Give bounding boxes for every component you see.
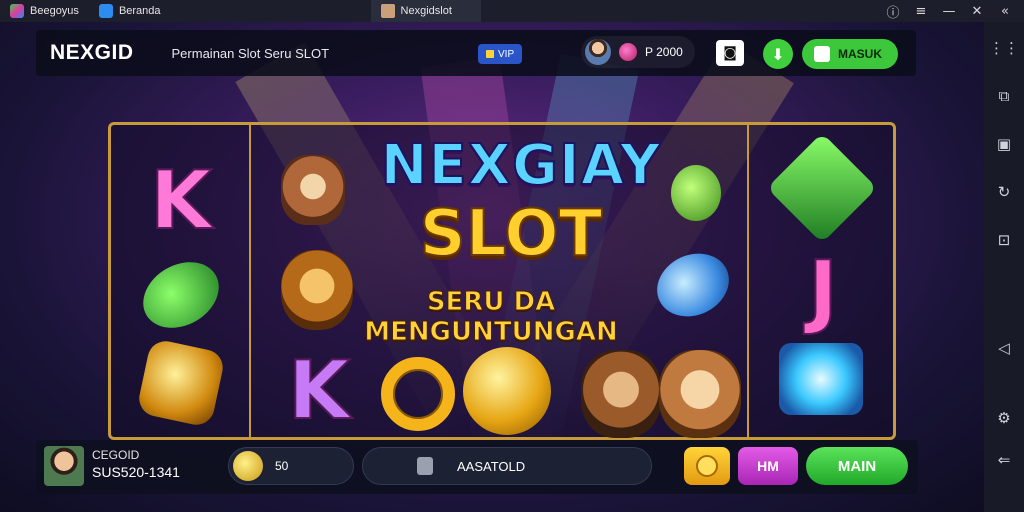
hm-button[interactable]: HM <box>738 447 798 485</box>
home-icon <box>98 4 113 18</box>
brand-logo[interactable]: NEXGID <box>50 41 134 65</box>
collapse-icon[interactable]: « <box>994 1 1016 21</box>
player-avatar[interactable] <box>44 446 84 486</box>
rotate-icon[interactable]: ↻ <box>990 178 1018 206</box>
coin-button[interactable] <box>684 447 730 485</box>
player-name: CEGOID <box>92 448 140 462</box>
login-button[interactable]: MASUK <box>802 39 898 69</box>
balance-chip[interactable]: P 2000 <box>581 36 695 68</box>
slot-reels: K K J NEXGIAY SLOT SERU DA MENGUNTUNGAN <box>108 122 896 440</box>
close-icon[interactable]: ✕ <box>966 1 988 21</box>
settings-icon[interactable]: ⚙ <box>990 404 1018 432</box>
game-header: NEXGID Permainan Slot Seru SLOT VIP P 20… <box>36 30 916 76</box>
player-id: SUS520-1341 <box>92 464 180 480</box>
reel-symbol-k: K <box>287 343 351 438</box>
gem-icon <box>619 43 637 61</box>
login-icon <box>814 46 830 62</box>
return-icon[interactable]: ⇐ <box>990 446 1018 474</box>
import-icon[interactable]: ⊡ <box>990 226 1018 254</box>
header-subtitle: Permainan Slot Seru SLOT <box>171 45 330 61</box>
banner-title: NEXGIAY <box>380 132 662 199</box>
coin-icon <box>696 455 718 477</box>
download-button[interactable]: ⬇ <box>763 39 793 69</box>
screenshot-button[interactable]: ◙ <box>716 40 744 66</box>
auto-label: AASATOLD <box>457 458 526 474</box>
emulator-sidebar: ⋮⋮ ⧉ ▣ ↻ ⊡ ◁ ⚙ ⇐ <box>984 22 1024 512</box>
back-arrow-icon[interactable]: ◁ <box>990 334 1018 362</box>
bet-selector[interactable]: 50 <box>228 447 354 485</box>
banner-tagline: SERU DA MENGUNTUNGAN <box>364 287 618 348</box>
coin-icon <box>233 451 263 481</box>
tab-app[interactable]: Beegoyus <box>0 0 89 22</box>
gold-coin-symbol <box>463 347 551 435</box>
grid-icon[interactable]: ⋮⋮ <box>989 34 1019 62</box>
vip-badge-label: VIP <box>498 48 515 60</box>
camera-icon[interactable]: ▣ <box>990 130 1018 158</box>
gold-ring-symbol <box>381 357 455 431</box>
info-icon[interactable]: ⓘ <box>882 1 904 21</box>
banner-slot: SLOT <box>419 196 604 272</box>
tab-game-label: Nexgidslot <box>400 5 452 17</box>
bet-value: 50 <box>275 459 289 473</box>
reel-left: K <box>111 125 251 437</box>
download-icon: ⬇ <box>771 44 785 64</box>
menu-icon[interactable]: ≡ <box>910 1 932 21</box>
reel-symbol-j: J <box>807 243 839 338</box>
camera-icon: ◙ <box>723 45 737 61</box>
app-logo-icon <box>10 4 24 18</box>
dog-symbol <box>659 350 741 438</box>
crystal-symbol <box>779 343 863 415</box>
avatar <box>585 39 611 65</box>
screen-icon[interactable]: ⧉ <box>990 82 1018 110</box>
tab-home-label: Beranda <box>118 5 161 17</box>
flag-icon <box>486 50 494 58</box>
green-leaf-symbol <box>131 249 231 341</box>
balance-value: P 2000 <box>645 45 683 59</box>
login-label: MASUK <box>838 47 882 61</box>
window-titlebar: Beegoyus Beranda Nexgidslot ⓘ ≡ — ✕ « <box>0 0 1024 22</box>
tab-home[interactable]: Beranda <box>89 0 171 22</box>
green-shield-symbol <box>766 132 878 244</box>
tab-game[interactable]: Nexgidslot <box>370 0 481 22</box>
game-footer: CEGOID SUS520-1341 50 AASATOLD HM MAIN <box>36 440 918 494</box>
auto-icon <box>417 457 433 475</box>
reel-symbol-k: K <box>149 153 213 248</box>
cat-symbol <box>581 350 661 438</box>
reel-right: J <box>747 125 893 437</box>
avatar-icon <box>380 4 395 18</box>
game-screen: NEXGID Permainan Slot Seru SLOT VIP P 20… <box>0 22 984 512</box>
gold-gem-symbol <box>135 337 227 429</box>
minimize-icon[interactable]: — <box>938 1 960 21</box>
spin-button[interactable]: MAIN <box>806 447 908 485</box>
auto-spin-field[interactable]: AASATOLD <box>362 447 652 485</box>
tab-app-label: Beegoyus <box>30 5 79 17</box>
fox-symbol <box>281 155 345 225</box>
vip-badge[interactable]: VIP <box>478 44 523 64</box>
